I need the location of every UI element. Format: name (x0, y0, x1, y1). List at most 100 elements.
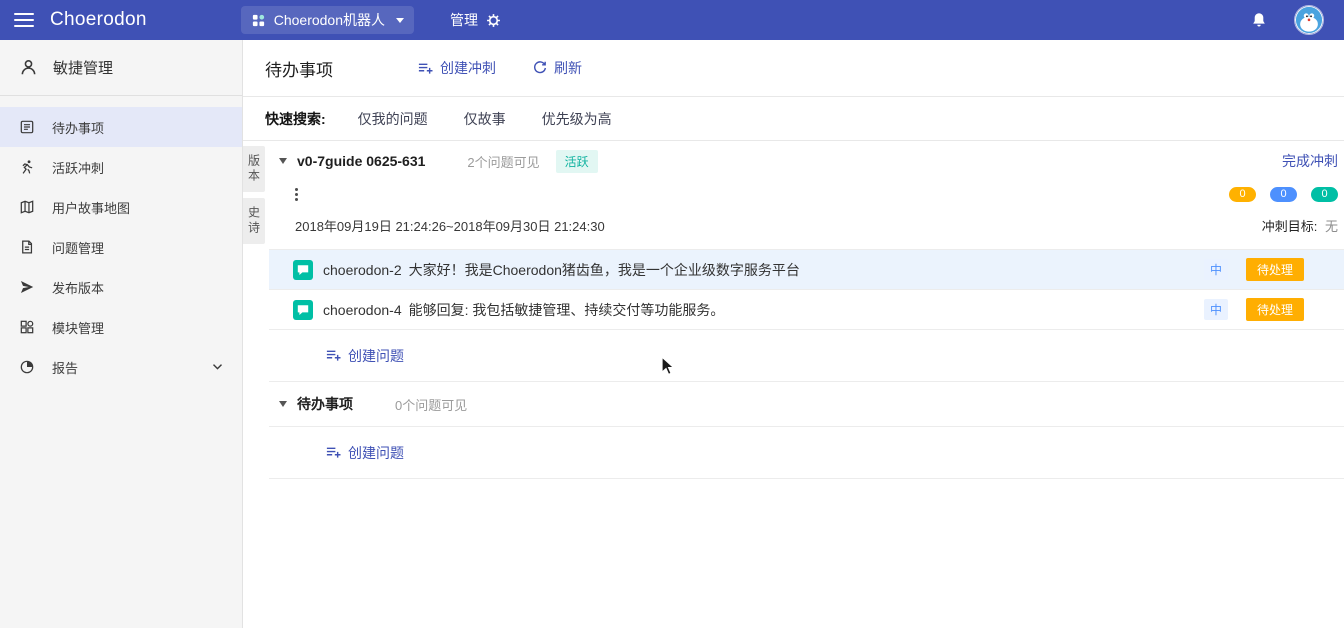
topbar: Choerodon Choerodon机器人 管理 (0, 0, 1344, 40)
filter-only-story[interactable]: 仅故事 (464, 109, 506, 129)
manage-label: 管理 (450, 10, 478, 30)
sidebar-item-label: 模块管理 (52, 318, 104, 337)
create-sprint-button[interactable]: 创建冲刺 (417, 58, 496, 78)
backlog-body: 版本 史诗 v0-7guide 0625-631 2个问题可见 活跃 完成冲刺 (243, 141, 1344, 628)
sidebar-item-label: 问题管理 (52, 238, 104, 257)
sidebar-item-label: 活跃冲刺 (52, 158, 104, 177)
create-issue-button[interactable]: 创建问题 (325, 346, 404, 366)
sprint-goal: 冲刺目标: 无 (1262, 216, 1338, 235)
notification-bell-icon[interactable] (1250, 11, 1268, 29)
priority-badge: 中 (1204, 299, 1228, 320)
gear-icon (485, 12, 502, 29)
content: 待办事项 创建冲刺 (243, 40, 1344, 628)
story-type-icon (293, 260, 313, 280)
sidebar-title: 敏捷管理 (53, 57, 113, 78)
document-icon (19, 239, 35, 255)
sidebar-item-label: 待办事项 (52, 118, 104, 137)
issue-key: choerodon-2 (323, 262, 402, 278)
sprint-counters: 0 0 0 (1229, 187, 1338, 202)
main-area: 敏捷管理 待办事项 (0, 40, 1344, 628)
backlog-create-issue-row: 创建问题 (269, 427, 1344, 479)
sidebar-item-report[interactable]: 报告 (0, 347, 242, 387)
project-grid-icon (251, 13, 266, 28)
component-icon (19, 319, 35, 335)
sprint-date-range: 2018年09月19日 21:24:26~2018年09月30日 21:24:3… (295, 216, 605, 235)
agile-icon (19, 58, 38, 77)
quick-search-bar: 快速搜索: 仅我的问题 仅故事 优先级为高 (243, 97, 1344, 141)
app-logo: Choerodon (50, 9, 147, 31)
sprint-goal-value: 无 (1325, 219, 1338, 234)
sprint-goal-label: 冲刺目标: (1262, 219, 1318, 234)
sprint-date-row: 2018年09月19日 21:24:26~2018年09月30日 21:24:3… (269, 207, 1344, 243)
create-issue-label: 创建问题 (348, 443, 404, 463)
sidebar-item-component-manage[interactable]: 模块管理 (0, 307, 242, 347)
story-type-icon (293, 300, 313, 320)
send-icon (19, 279, 35, 295)
pie-chart-icon (19, 359, 35, 375)
sidebar-item-label: 报告 (52, 358, 78, 377)
backlog-icon (19, 119, 35, 135)
sidebar-header: 敏捷管理 (0, 40, 242, 96)
quick-search-label: 快速搜索: (265, 109, 326, 129)
tab-epic[interactable]: 史诗 (243, 198, 265, 244)
sprint-meta-row: 0 0 0 (269, 181, 1344, 207)
refresh-label: 刷新 (554, 58, 582, 78)
sidebar: 敏捷管理 待办事项 (0, 40, 243, 628)
complete-sprint-button[interactable]: 完成冲刺 (1282, 151, 1338, 171)
filter-only-mine[interactable]: 仅我的问题 (358, 109, 428, 129)
issue-list: choerodon-2 大家好！我是Choerodon猪齿鱼，我是一个企业级数字… (269, 249, 1344, 330)
app-window: Choerodon Choerodon机器人 管理 (0, 0, 1344, 628)
issue-key: choerodon-4 (323, 302, 402, 318)
sidebar-item-active-sprint[interactable]: 活跃冲刺 (0, 147, 242, 187)
status-badge: 待处理 (1246, 298, 1304, 321)
user-avatar[interactable] (1294, 5, 1324, 35)
status-badge: 待处理 (1246, 258, 1304, 281)
backlog-panel: v0-7guide 0625-631 2个问题可见 活跃 完成冲刺 0 0 0 (269, 141, 1344, 628)
collapse-caret-icon[interactable] (279, 158, 287, 164)
sidebar-item-label: 用户故事地图 (52, 198, 130, 217)
sidebar-item-release[interactable]: 发布版本 (0, 267, 242, 307)
sprint-visible-count: 2个问题可见 (467, 152, 539, 171)
filter-high-priority[interactable]: 优先级为高 (542, 109, 612, 129)
sidebar-item-backlog[interactable]: 待办事项 (0, 107, 242, 147)
drag-handle-icon[interactable] (295, 188, 298, 201)
page-title: 待办事项 (265, 56, 333, 81)
issue-summary: 大家好！我是Choerodon猪齿鱼，我是一个企业级数字服务平台 (409, 260, 800, 280)
project-selector-label: Choerodon机器人 (274, 10, 385, 30)
backlog-section-header: 待办事项 0个问题可见 (269, 382, 1344, 427)
issue-row[interactable]: choerodon-4 能够回复: 我包括敏捷管理、持续交付等功能服务。 中 待… (269, 290, 1344, 330)
collapse-caret-icon[interactable] (279, 401, 287, 407)
sprint-status-badge: 活跃 (556, 150, 598, 173)
counter-todo: 0 (1229, 187, 1256, 202)
create-sprint-label: 创建冲刺 (440, 58, 496, 78)
project-selector[interactable]: Choerodon机器人 (241, 6, 414, 34)
content-header: 待办事项 创建冲刺 (243, 40, 1344, 97)
sidebar-item-issue-manage[interactable]: 问题管理 (0, 227, 242, 267)
playlist-add-icon (417, 60, 434, 77)
counter-doing: 0 (1270, 187, 1297, 202)
create-issue-button[interactable]: 创建问题 (325, 443, 404, 463)
sidebar-item-label: 发布版本 (52, 278, 104, 297)
manage-menu[interactable]: 管理 (450, 10, 502, 30)
menu-hamburger-icon[interactable] (14, 13, 34, 27)
running-sprint-icon (19, 159, 35, 175)
sidebar-nav: 待办事项 活跃冲刺 (0, 96, 242, 387)
issue-summary: 能够回复: 我包括敏捷管理、持续交付等功能服务。 (409, 300, 725, 320)
refresh-icon (532, 60, 548, 76)
chevron-down-icon (396, 18, 404, 23)
sprint-name: v0-7guide 0625-631 (297, 153, 425, 169)
tab-version[interactable]: 版本 (243, 146, 265, 192)
counter-done: 0 (1311, 187, 1338, 202)
sprint-header: v0-7guide 0625-631 2个问题可见 活跃 完成冲刺 (269, 141, 1344, 181)
issue-row[interactable]: choerodon-2 大家好！我是Choerodon猪齿鱼，我是一个企业级数字… (269, 250, 1344, 290)
sprint-create-issue-row: 创建问题 (269, 330, 1344, 382)
priority-badge: 中 (1204, 259, 1228, 280)
playlist-add-icon (325, 444, 342, 461)
sidebar-item-story-map[interactable]: 用户故事地图 (0, 187, 242, 227)
side-tabs: 版本 史诗 (243, 141, 269, 628)
create-issue-label: 创建问题 (348, 346, 404, 366)
backlog-visible-count: 0个问题可见 (395, 395, 467, 414)
story-map-icon (19, 199, 35, 215)
playlist-add-icon (325, 347, 342, 364)
refresh-button[interactable]: 刷新 (532, 58, 582, 78)
